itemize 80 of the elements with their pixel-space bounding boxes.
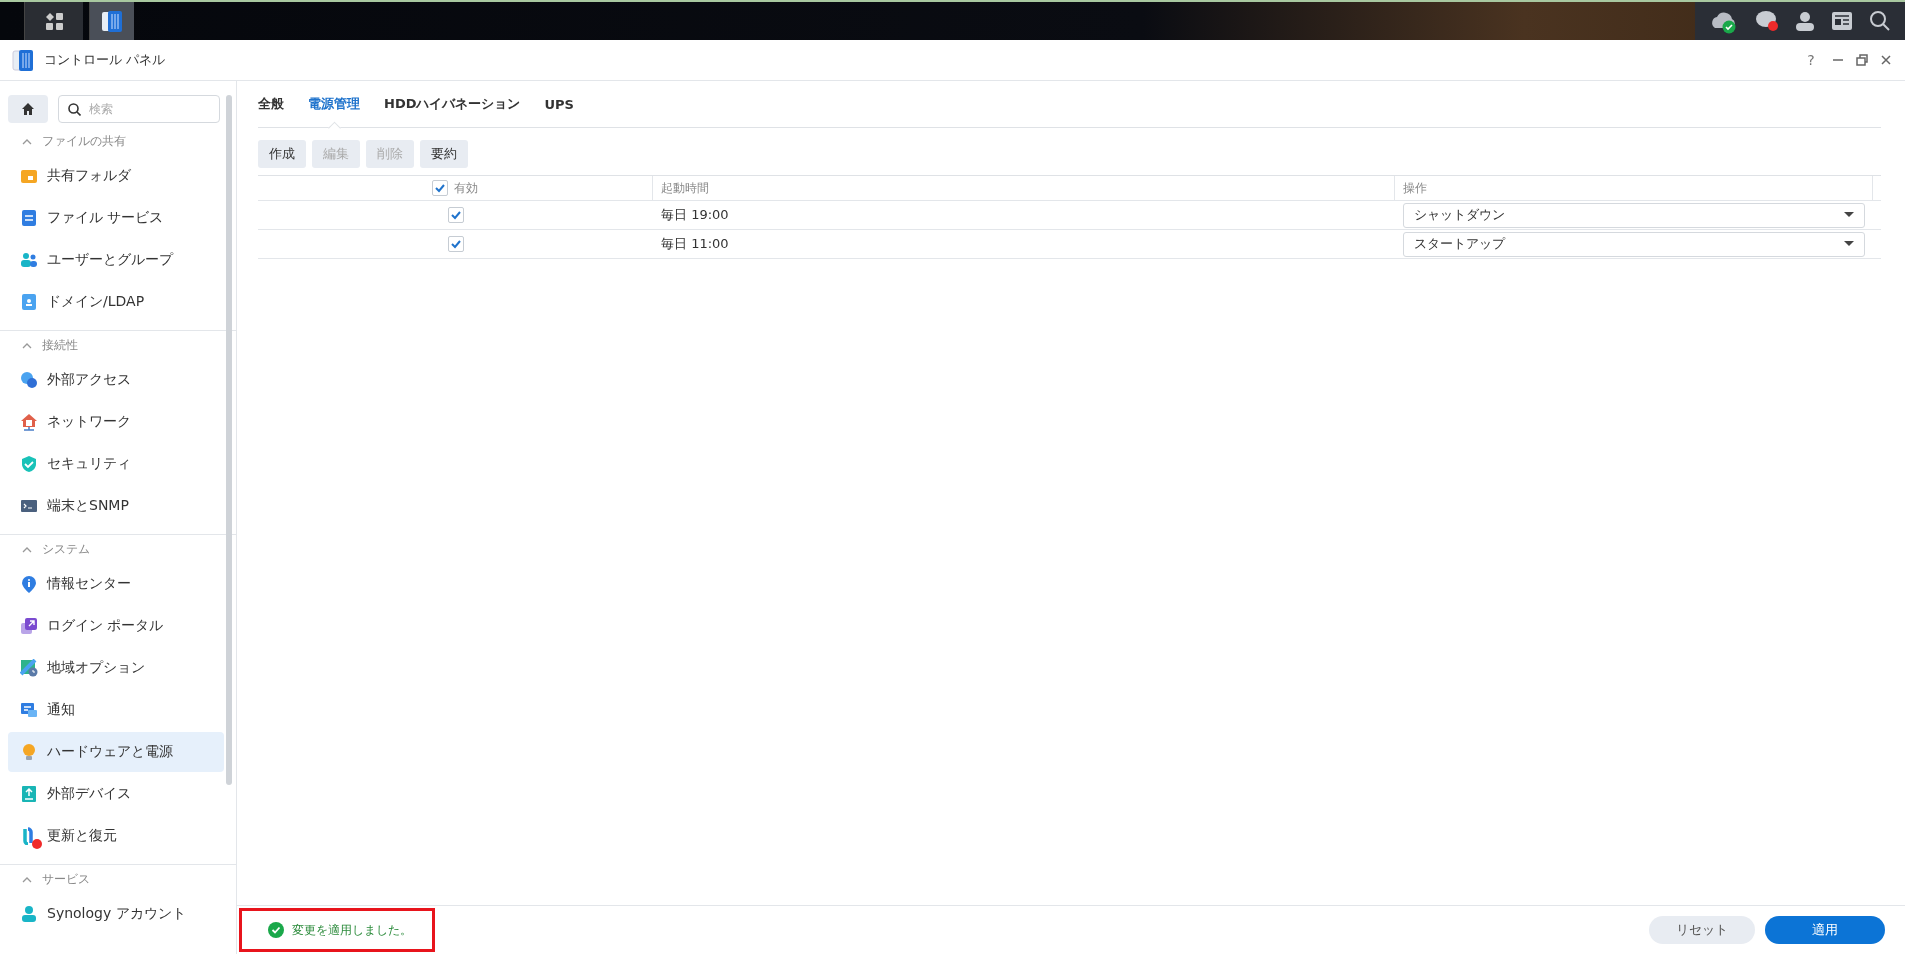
widget-icon[interactable] (1831, 11, 1853, 31)
restore-icon[interactable] (1855, 53, 1869, 67)
section-title: 接続性 (42, 337, 78, 354)
sidebar-item[interactable]: ファイル サービス (8, 198, 224, 238)
sidebar-item[interactable]: セキュリティ (8, 444, 224, 484)
window-title: コントロール パネル (44, 51, 167, 69)
action-dropdown[interactable]: シャットダウン (1403, 202, 1865, 228)
control-panel-taskbar-button[interactable] (89, 2, 134, 40)
info-pin-icon (20, 575, 38, 593)
home-button[interactable] (8, 95, 48, 123)
checkbox[interactable] (447, 207, 464, 223)
help-button[interactable]: ? (1801, 52, 1821, 68)
sidebar-item[interactable]: 端末とSNMP (8, 486, 224, 526)
table-cell-text: 毎日 11:00 (660, 235, 730, 253)
message-icon (20, 701, 38, 719)
sidebar-item[interactable]: ネットワーク (8, 402, 224, 442)
success-icon (268, 922, 284, 938)
section-title: ファイルの共有 (42, 133, 126, 150)
section-title: サービス (42, 871, 90, 888)
chat-icon[interactable] (1755, 9, 1779, 33)
scrollbar[interactable] (226, 95, 232, 785)
sidebar-item[interactable]: ドメイン/LDAP (8, 282, 224, 322)
reset-button[interactable]: リセット (1649, 916, 1755, 944)
sidebar-item[interactable]: 共有フォルダ (8, 156, 224, 196)
status-message: 変更を適用しました。 (292, 921, 412, 939)
file-transfer-icon (20, 209, 38, 227)
caret-icon (22, 876, 32, 883)
action-dropdown[interactable]: スタートアップ (1403, 231, 1865, 257)
folder-icon (20, 167, 38, 185)
map-clock-icon (20, 659, 38, 677)
sidebar-item[interactable]: 外部アクセス (8, 360, 224, 400)
sidebar-item[interactable]: Synology アカウント (8, 894, 224, 934)
control-panel-icon (101, 9, 123, 33)
caret-icon (22, 138, 32, 145)
checkbox[interactable] (432, 180, 448, 196)
caret-icon (22, 546, 32, 553)
house-icon (20, 413, 38, 431)
dropdown-arrow-icon (1844, 241, 1854, 247)
sidebar-item[interactable]: 情報センター (8, 564, 224, 604)
tab[interactable]: 電源管理 (308, 81, 360, 127)
section-header[interactable]: サービス (0, 864, 236, 894)
upload-drive-icon (20, 785, 38, 803)
sidebar-item[interactable]: 更新と復元 (8, 816, 224, 856)
apply-button[interactable]: 適用 (1765, 916, 1885, 944)
column-header: 起動時間 (661, 179, 709, 197)
dropdown-arrow-icon (1844, 212, 1854, 218)
control-panel-icon (12, 48, 34, 72)
main-menu-button[interactable] (24, 2, 83, 40)
toolbar-button[interactable]: 作成 (258, 140, 306, 168)
close-icon[interactable] (1879, 53, 1893, 67)
users-icon (20, 251, 38, 269)
sidebar-item[interactable]: ユーザーとグループ (8, 240, 224, 280)
lightbulb-icon (20, 743, 38, 761)
search-icon (68, 103, 81, 116)
account-icon (20, 905, 38, 923)
portal-icon (20, 617, 38, 635)
table-cell-text: 毎日 19:00 (660, 206, 730, 224)
home-icon (21, 102, 35, 116)
sidebar-item[interactable]: ハードウェアと電源 (8, 732, 224, 772)
sidebar-item[interactable]: 通知 (8, 690, 224, 730)
search-icon[interactable] (1869, 10, 1891, 32)
section-title: システム (42, 541, 90, 558)
column-header: 有効 (454, 179, 478, 197)
toolbar-button[interactable]: 要約 (420, 140, 468, 168)
sidebar-item[interactable]: 外部デバイス (8, 774, 224, 814)
caret-icon (22, 342, 32, 349)
tab[interactable]: 全般 (258, 81, 284, 127)
section-header[interactable]: ファイルの共有 (0, 127, 236, 156)
sidebar-item[interactable]: 地域オプション (8, 648, 224, 688)
search-field[interactable]: 検索 (58, 95, 220, 123)
terminal-icon (20, 497, 38, 515)
tab[interactable]: UPS (544, 81, 574, 127)
id-card-icon (20, 293, 38, 311)
sidebar-item[interactable]: ログイン ポータル (8, 606, 224, 646)
checkbox[interactable] (447, 236, 464, 252)
shield-icon (20, 455, 38, 473)
column-header: 操作 (1403, 179, 1427, 197)
user-icon[interactable] (1795, 11, 1815, 31)
grid-icon (45, 12, 63, 30)
tab[interactable]: HDDハイバネーション (384, 81, 521, 127)
